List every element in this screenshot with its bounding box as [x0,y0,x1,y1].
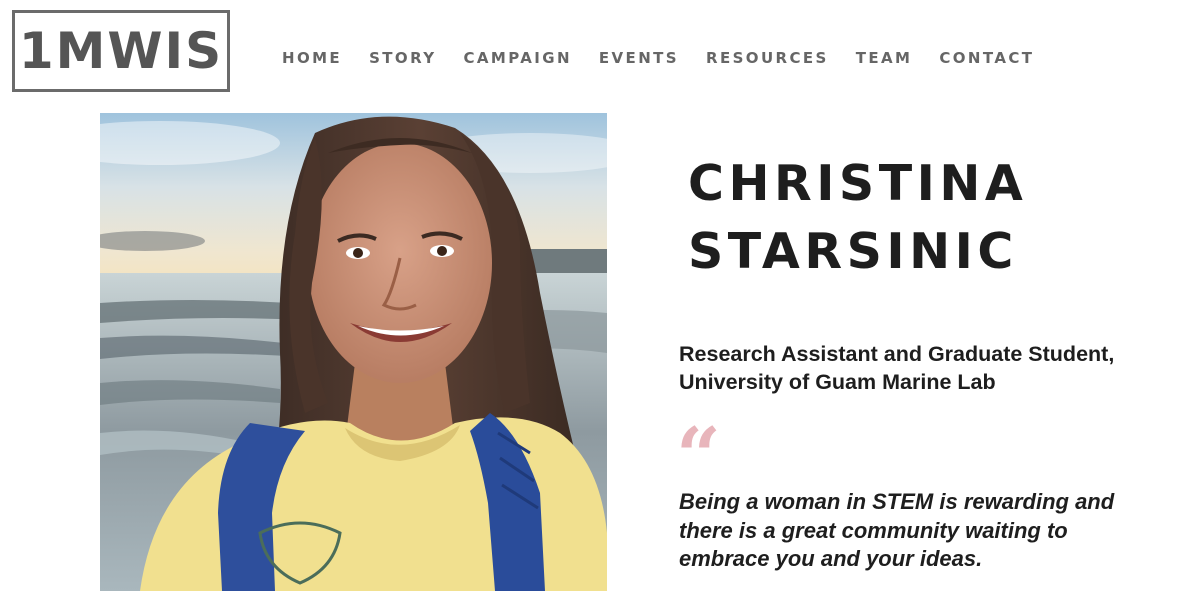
profile-name-first: CHRISTINA [688,155,1028,212]
nav-item-home[interactable]: HOME [282,49,342,67]
role-line-1: Research Assistant and Graduate Student, [679,342,1115,366]
main-nav: HOME STORY CAMPAIGN EVENTS RESOURCES TEA… [282,49,1061,67]
role-line-2: University of Guam Marine Lab [679,370,996,394]
quote-line-3: embrace you and your ideas. [679,546,983,571]
quote-mark-icon: “ [676,411,721,502]
quote-line-2: there is a great community waiting to [679,517,1068,543]
nav-item-story[interactable]: STORY [369,49,436,67]
nav-item-resources[interactable]: RESOURCES [706,49,829,67]
profile-quote: Being a woman in STEM is rewarding and t… [679,488,1179,574]
profile-photo [100,113,607,591]
nav-item-contact[interactable]: CONTACT [939,49,1034,67]
profile-role: Research Assistant and Graduate Student,… [679,340,1179,396]
nav-item-campaign[interactable]: CAMPAIGN [463,49,571,67]
nav-item-events[interactable]: EVENTS [599,49,679,67]
profile-name-last: STARSINIC [688,223,1018,280]
quote-line-1: Being a woman in STEM is rewarding and [679,489,1115,514]
profile-name: CHRISTINA STARSINIC [688,150,1168,286]
site-logo[interactable]: 1MWIS [12,10,230,92]
nav-item-team[interactable]: TEAM [856,49,913,67]
